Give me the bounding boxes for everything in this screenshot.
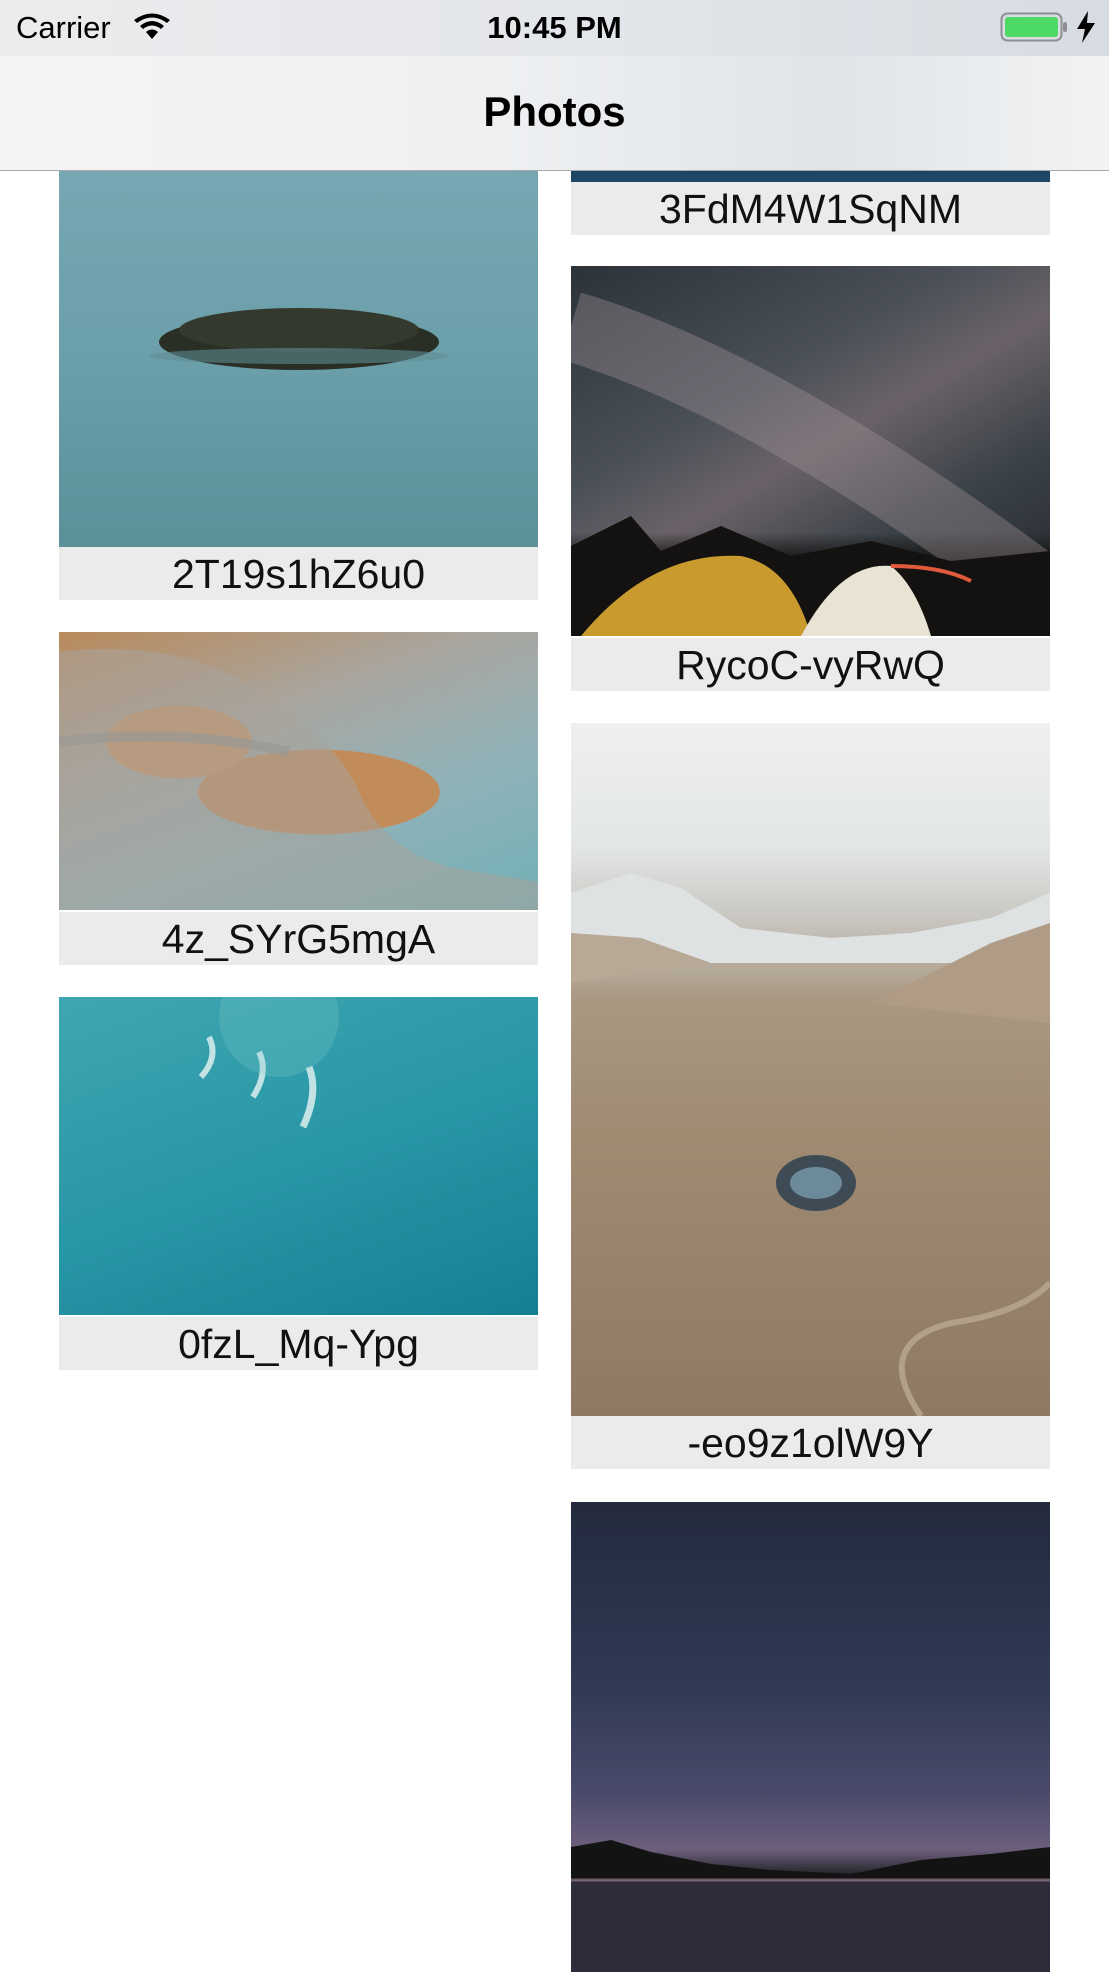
photo-tile[interactable] xyxy=(571,1502,1050,1972)
photo-tile[interactable]: 2T19s1hZ6u0 xyxy=(59,120,538,600)
photo-tile[interactable]: RycoC-vyRwQ xyxy=(571,266,1050,691)
photo-caption: 3FdM4W1SqNM xyxy=(571,182,1050,235)
bolt-icon xyxy=(1075,11,1097,48)
photo-image xyxy=(571,1502,1050,1972)
status-time: 10:45 PM xyxy=(487,10,622,45)
photo-caption: -eo9z1olW9Y xyxy=(571,1416,1050,1469)
page-title: Photos xyxy=(483,88,626,135)
photo-caption: 2T19s1hZ6u0 xyxy=(59,547,538,600)
battery-icon xyxy=(1000,12,1068,47)
photo-tile[interactable]: -eo9z1olW9Y xyxy=(571,723,1050,1469)
photo-image xyxy=(59,997,538,1315)
photo-image xyxy=(571,723,1050,1416)
photo-tile[interactable]: 4z_SYrG5mgA xyxy=(59,632,538,965)
photo-caption: 4z_SYrG5mgA xyxy=(59,912,538,965)
photo-image xyxy=(571,266,1050,636)
photo-tile[interactable]: 0fzL_Mq-Ypg xyxy=(59,997,538,1370)
photo-caption: RycoC-vyRwQ xyxy=(571,638,1050,691)
photo-caption: 0fzL_Mq-Ypg xyxy=(59,1317,538,1370)
status-bar: Carrier 10:45 PM xyxy=(0,0,1109,56)
photo-grid[interactable]: 2T19s1hZ6u0 4z_SYrG5mgA 0fzL_Mq-Ypg 3FdM… xyxy=(0,0,1109,1972)
photo-image xyxy=(59,120,538,547)
navigation-bar: Photos xyxy=(0,56,1109,171)
photo-image xyxy=(59,632,538,910)
